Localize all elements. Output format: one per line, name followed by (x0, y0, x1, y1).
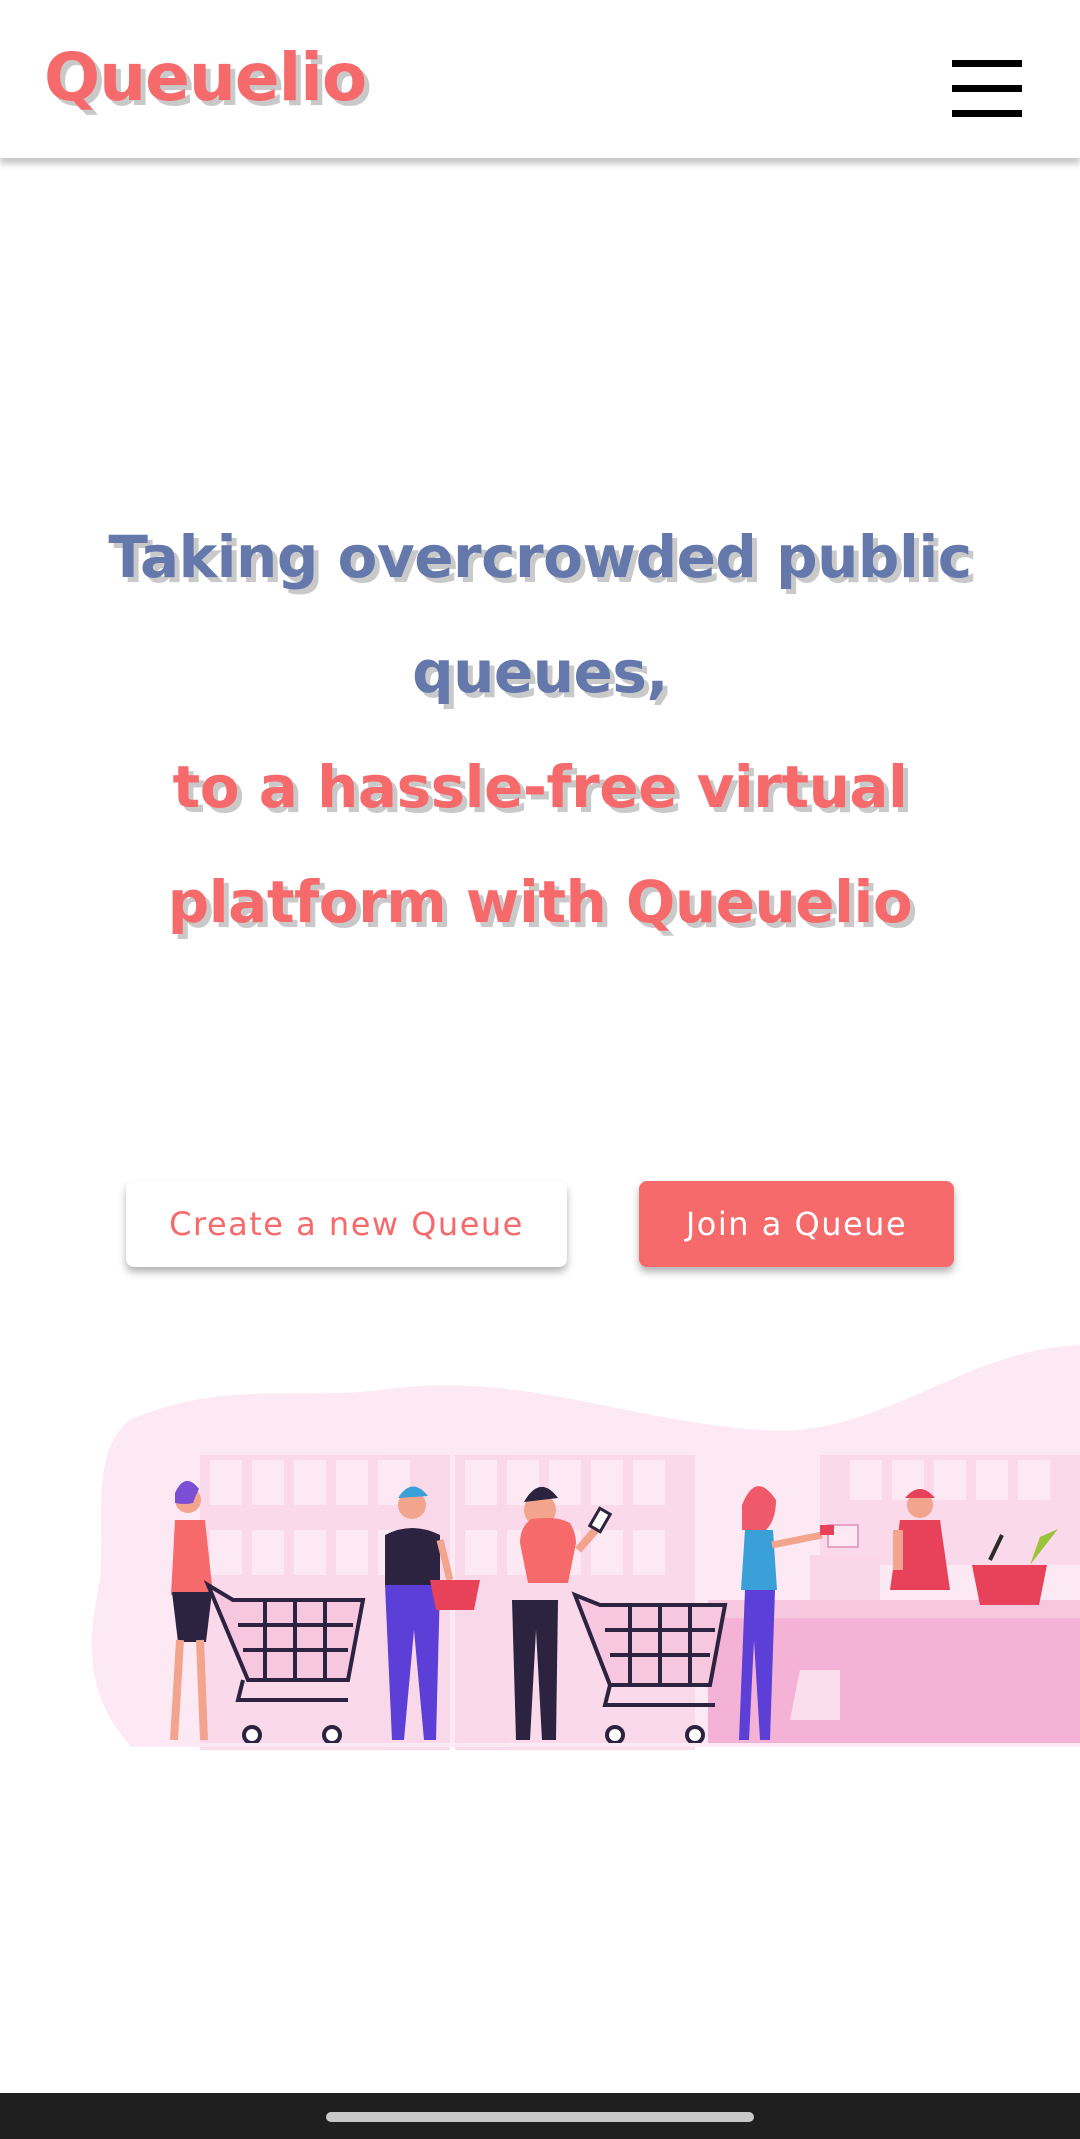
hero-line-1: Taking overcrowded public (108, 523, 972, 591)
hero-line-3: to a hassle-free virtual (172, 753, 908, 821)
menu-bar (952, 60, 1022, 67)
create-queue-button[interactable]: Create a new Queue (126, 1181, 567, 1267)
system-nav-bar (0, 2093, 1080, 2139)
page: Queuelio Taking overcrowded public queue… (0, 0, 1080, 2139)
brand-logo[interactable]: Queuelio (44, 38, 367, 118)
menu-bar (952, 85, 1022, 92)
queue-at-checkout-illustration (91, 1345, 1080, 1750)
hero-line-2: queues, (412, 638, 668, 706)
app-header: Queuelio (0, 0, 1080, 158)
hero-heading: Taking overcrowded public queues, to a h… (40, 500, 1040, 960)
join-queue-button[interactable]: Join a Queue (639, 1181, 954, 1267)
home-indicator[interactable] (326, 2112, 754, 2122)
hamburger-menu-icon[interactable] (950, 60, 1024, 118)
menu-bar (952, 110, 1022, 117)
hero-line-4: platform with Queuelio (167, 868, 913, 936)
